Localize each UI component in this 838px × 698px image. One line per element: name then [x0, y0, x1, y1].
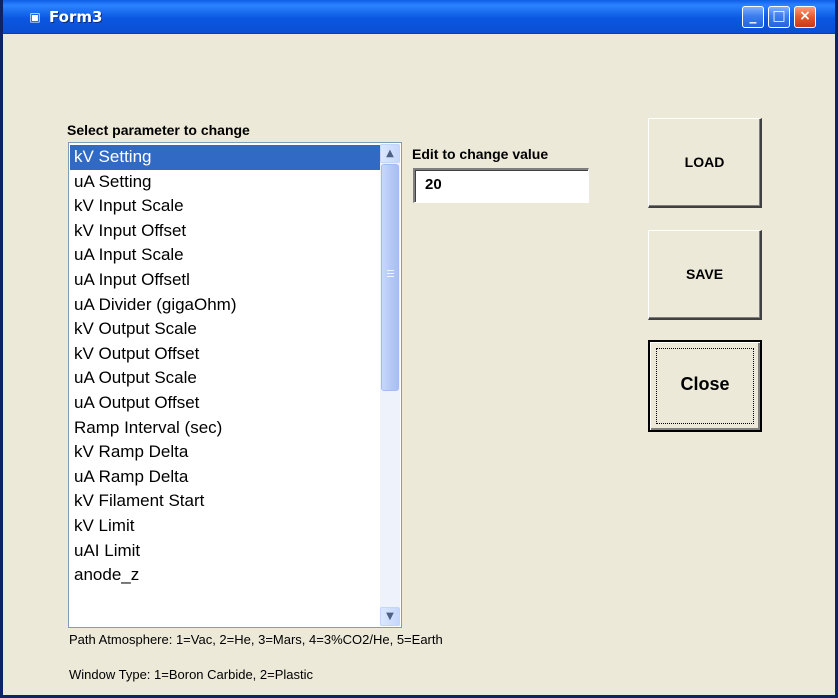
maximize-icon: □	[772, 8, 786, 24]
parameter-list-item[interactable]: uA Divider (gigaOhm)	[70, 293, 382, 318]
scroll-thumb[interactable]	[381, 164, 399, 391]
edit-value-label: Edit to change value	[412, 146, 549, 162]
close-button[interactable]: Close	[648, 340, 762, 432]
parameter-list-item[interactable]: uAI Limit	[70, 539, 382, 564]
parameter-list-item[interactable]: uA Ramp Delta	[70, 465, 382, 490]
window-type-note: Window Type: 1=Boron Carbide, 2=Plastic	[69, 667, 314, 682]
form-window-icon: ▣	[29, 10, 41, 24]
close-button-label: Close	[680, 374, 730, 394]
parameter-value-field[interactable]: 20	[413, 168, 589, 203]
parameter-list-item[interactable]: uA Output Scale	[70, 366, 382, 391]
minimize-button[interactable]: _	[742, 6, 764, 28]
parameter-list-item[interactable]: kV Setting	[70, 145, 382, 170]
parameter-list-item[interactable]: uA Setting	[70, 170, 382, 195]
path-atmosphere-note: Path Atmosphere: 1=Vac, 2=He, 3=Mars, 4=…	[69, 632, 443, 647]
parameter-list-item[interactable]: kV Input Offset	[70, 219, 382, 244]
scroll-up-arrow-icon[interactable]: ▲	[380, 144, 400, 163]
parameter-list-item[interactable]: kV Limit	[70, 514, 382, 539]
window-title: Form3	[49, 8, 103, 26]
scroll-down-arrow-icon[interactable]: ▼	[380, 607, 400, 626]
form-content: Select parameter to change kV Setting uA…	[3, 34, 835, 695]
parameter-list-scrollbar[interactable]: ▲ ▼	[380, 144, 400, 626]
parameter-list-item[interactable]: kV Output Scale	[70, 317, 382, 342]
parameter-select-label: Select parameter to change	[67, 122, 250, 138]
maximize-button[interactable]: □	[768, 6, 790, 28]
save-button[interactable]: SAVE	[648, 230, 762, 320]
parameter-list-item[interactable]: anode_z	[70, 563, 382, 588]
scroll-grip-icon	[387, 270, 394, 280]
form3-window: ▣ Form3 _ □ × Select parameter to change…	[0, 0, 838, 698]
parameter-list-item[interactable]: kV Input Scale	[70, 194, 382, 219]
title-bar[interactable]: ▣ Form3 _ □ ×	[3, 0, 835, 34]
parameter-list-item[interactable]: uA Output Offset	[70, 391, 382, 416]
parameter-list-item[interactable]: Ramp Interval (sec)	[70, 416, 382, 441]
parameter-listbox[interactable]: kV Setting uA Setting kV Input Scale kV …	[68, 142, 402, 628]
parameter-list-items: kV Setting uA Setting kV Input Scale kV …	[70, 145, 382, 588]
close-icon: ×	[799, 8, 811, 24]
parameter-list-item[interactable]: uA Input Scale	[70, 243, 382, 268]
window-close-button[interactable]: ×	[794, 6, 816, 28]
parameter-list-item[interactable]: kV Filament Start	[70, 489, 382, 514]
parameter-list-item[interactable]: kV Ramp Delta	[70, 440, 382, 465]
parameter-list-item[interactable]: uA Input Offsetl	[70, 268, 382, 293]
parameter-list-item[interactable]: kV Output Offset	[70, 342, 382, 367]
minimize-icon: _	[749, 8, 757, 24]
load-button[interactable]: LOAD	[648, 118, 762, 208]
